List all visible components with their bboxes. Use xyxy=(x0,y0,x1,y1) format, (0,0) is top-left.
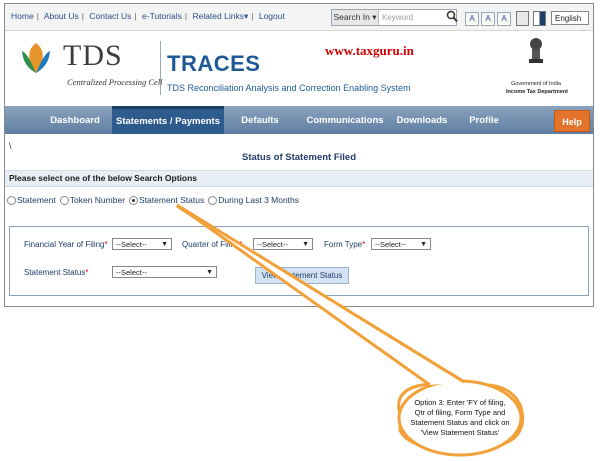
callout-line-2: Qtr of filing, Form Type and xyxy=(414,408,506,417)
callout-line-4: 'View Statement Status' xyxy=(420,428,500,437)
callout-text: Option 3: Enter 'FY of filing, Qtr of fi… xyxy=(400,398,520,438)
callout-line-1: Option 3: Enter 'FY of filing, xyxy=(414,398,506,407)
callout-bubble xyxy=(176,203,525,457)
callout-line-3: Statement Status and click on xyxy=(410,418,510,427)
callout-pointer xyxy=(176,203,465,387)
